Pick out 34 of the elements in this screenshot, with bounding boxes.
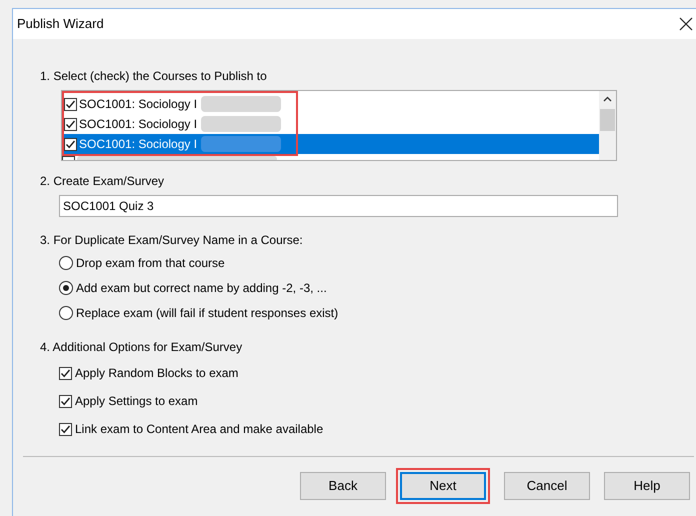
scroll-up-icon[interactable] [603,96,612,102]
option-label: Apply Random Blocks to exam [75,365,238,382]
checkbox[interactable] [64,118,77,130]
course-name: SOC1001: Sociology I [79,116,198,133]
course-item[interactable]: SOC1001: Sociology I [64,134,296,154]
option-label: Link exam to Content Area and make available [75,421,324,438]
option-label: Drop exam from that course [76,255,225,272]
course-name: SOC1001: Sociology I [79,136,198,153]
checkbox[interactable] [59,422,72,436]
step-label: 2. Create Exam/Survey [40,173,166,190]
scroll-thumb[interactable] [600,109,615,131]
course-item[interactable]: SOC1001: Sociology I [64,114,296,134]
step-label: 4. Additional Options for Exam/Survey [40,339,244,356]
checkbox[interactable] [64,138,77,150]
window-title: Publish Wizard [17,15,104,34]
dialog-button[interactable]: Cancel [504,472,590,500]
dialog-button[interactable]: Help [604,472,690,500]
step-label: 3. For Duplicate Exam/Survey Name in a Course: [40,232,304,249]
scrollbar[interactable] [599,91,616,160]
radio-button[interactable] [59,306,73,320]
exam-name-field[interactable]: SOC1001 Quiz 3 [59,195,618,217]
course-name: SOC1001: Sociology I [79,96,198,113]
close-icon[interactable] [678,16,694,32]
option-label: Apply Settings to exam [75,393,198,410]
checkbox[interactable] [64,98,77,110]
step-label: 1. Select (check) the Courses to Publish to [40,68,268,85]
radio-button[interactable] [59,256,73,270]
option-label: Replace exam (will fail if student responses exist) [76,305,338,322]
dialog-button[interactable]: Back [300,472,386,500]
option-label: Add exam but correct name by adding -2, -3, ... [76,280,327,297]
radio-button[interactable] [59,281,73,295]
course-item[interactable]: SOC1001: Sociology I [64,94,296,114]
checkbox[interactable] [59,366,72,380]
checkbox[interactable] [59,394,72,408]
